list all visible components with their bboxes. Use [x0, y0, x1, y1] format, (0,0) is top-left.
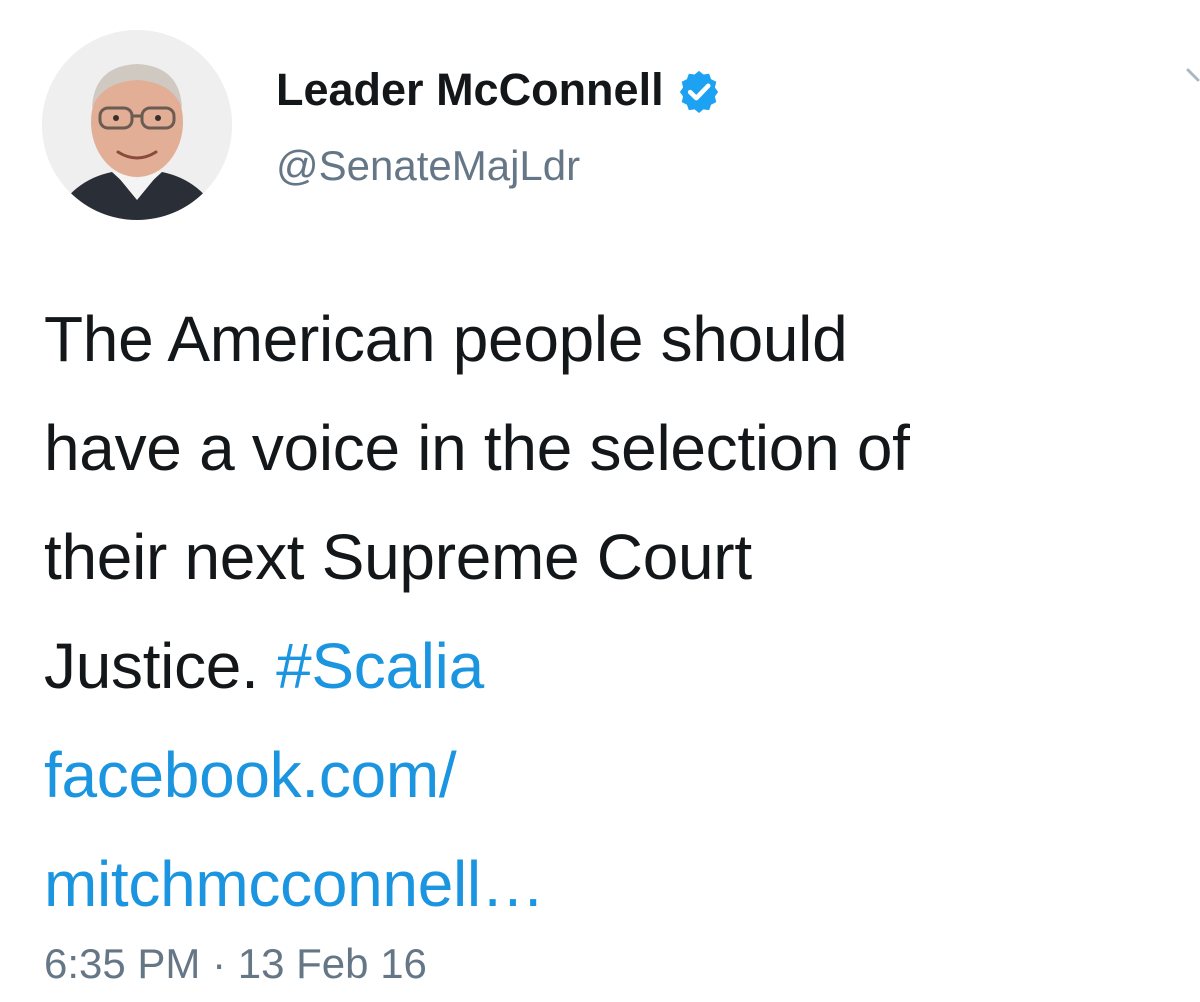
tweet-timestamp[interactable]: 6:35 PM · 13 Feb 16	[44, 938, 427, 990]
profile-photo	[42, 30, 232, 220]
chevron-down-icon[interactable]	[1184, 68, 1200, 92]
display-name[interactable]: Leader McConnell	[276, 62, 664, 118]
tweet-text: The American people should have a voice …	[44, 285, 1194, 939]
tweet-text-line: have a voice in the selection of	[44, 412, 910, 484]
tweet-date: 13 Feb 16	[237, 940, 427, 987]
verified-badge-icon	[676, 68, 722, 114]
tweet-card: Leader McConnell @SenateMajLdr The Ameri…	[0, 0, 1200, 1002]
tweet-text-line-with-hashtag: Justice. #Scalia	[44, 612, 1194, 721]
tweet-text-line: The American people should	[44, 303, 848, 375]
meta-separator: ·	[212, 940, 227, 987]
tweet-text-segment: Justice.	[44, 630, 259, 702]
tweet-time: 6:35 PM	[44, 940, 201, 987]
tweet-text-line: their next Supreme Court	[44, 521, 752, 593]
user-handle[interactable]: @SenateMajLdr	[276, 140, 580, 192]
url-link-line[interactable]: facebook.com/	[44, 721, 1194, 830]
url-link-line[interactable]: mitchmcconnell…	[44, 830, 1194, 939]
hashtag-link[interactable]: #Scalia	[276, 630, 484, 702]
avatar[interactable]	[42, 30, 232, 220]
name-row: Leader McConnell	[276, 62, 722, 118]
